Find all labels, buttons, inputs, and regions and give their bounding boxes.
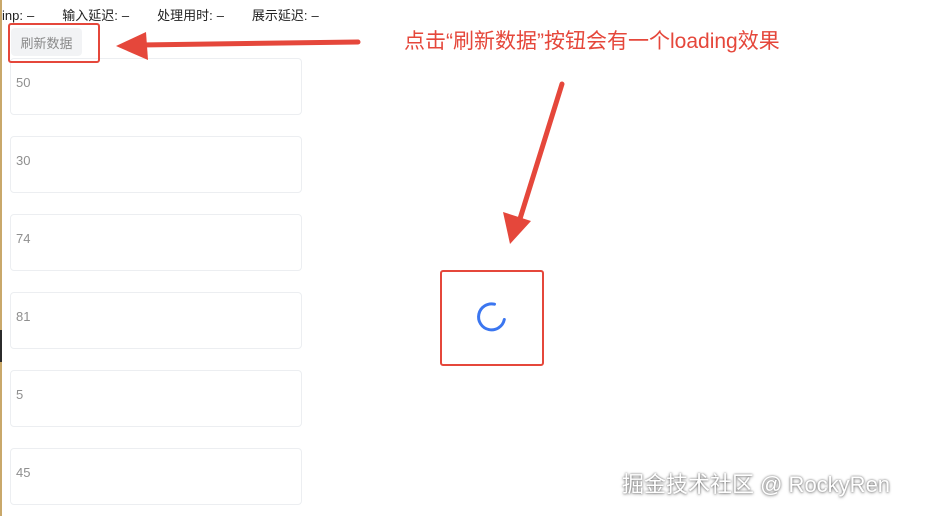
window-left-edge bbox=[0, 0, 2, 516]
arrow-annotation-icon bbox=[116, 32, 361, 60]
metric-presentation-delay: 展示延迟: – bbox=[252, 6, 319, 26]
list-item: 45 bbox=[10, 448, 302, 505]
list-item: 74 bbox=[10, 214, 302, 271]
metric-value: – bbox=[311, 8, 319, 23]
metric-label: 展示延迟: bbox=[251, 8, 308, 23]
list-item-value: 45 bbox=[16, 465, 31, 480]
list-item-value: 50 bbox=[16, 75, 31, 90]
watermark-text: 掘金技术社区 @ RockyRen bbox=[622, 472, 891, 497]
metric-value: – bbox=[121, 8, 130, 23]
list-item: 30 bbox=[10, 136, 302, 193]
metric-value: – bbox=[216, 8, 224, 23]
arrow-annotation-icon bbox=[503, 81, 565, 244]
metric-processing-time: 处理用时: – bbox=[157, 6, 224, 26]
list-item-value: 30 bbox=[16, 153, 31, 168]
list-item-value: 81 bbox=[16, 309, 31, 324]
window-left-mark bbox=[0, 330, 2, 362]
list-item: 5 bbox=[10, 370, 302, 427]
list-item: 81 bbox=[10, 292, 302, 349]
metric-label: 处理用时: bbox=[157, 8, 213, 23]
annotation-highlight-button bbox=[8, 23, 100, 63]
list-item-value: 5 bbox=[16, 387, 24, 402]
annotation-highlight-spinner bbox=[440, 270, 544, 366]
list-item: 50 bbox=[10, 58, 302, 115]
list-item-value: 74 bbox=[16, 231, 31, 246]
annotation-text: 点击“刷新数据”按钮会有一个loading效果 bbox=[404, 30, 780, 53]
